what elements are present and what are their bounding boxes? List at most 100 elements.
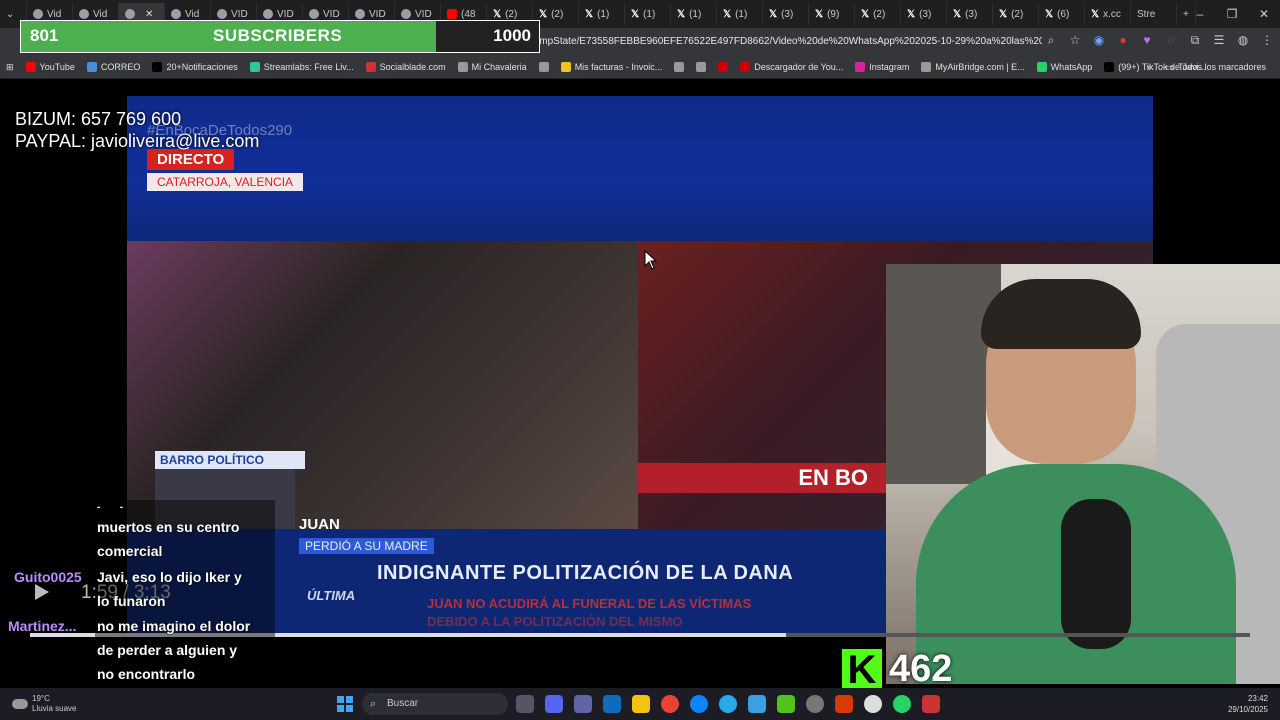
browser-tab[interactable]: 𝕏 (3) xyxy=(763,3,809,25)
outlook-icon[interactable] xyxy=(603,695,621,713)
start-icon[interactable] xyxy=(337,696,353,712)
app-red-icon[interactable] xyxy=(922,695,940,713)
weather-temp: 19°C xyxy=(32,694,50,703)
browser-tab[interactable]: 𝕏 (1) xyxy=(717,3,763,25)
chat-username[interactable]: Guito0025 xyxy=(14,565,82,589)
bookmark-item[interactable]: WhatsApp xyxy=(1031,62,1099,72)
teams-icon[interactable] xyxy=(574,695,592,713)
browser-tab[interactable]: 𝕏x.cc xyxy=(1085,3,1131,25)
bookmark-label: Descargador de You... xyxy=(754,62,844,72)
bookmark-item[interactable]: CORREO xyxy=(81,62,147,72)
tab-label: (3) xyxy=(781,8,794,20)
browser-tab[interactable]: 𝕏 (3) xyxy=(901,3,947,25)
avatar[interactable]: ◍ xyxy=(1236,33,1250,48)
task-view-icon[interactable] xyxy=(516,695,534,713)
bookmark-item[interactable]: MyAirBridge.com | E... xyxy=(915,62,1030,72)
extension-red-icon[interactable]: ● xyxy=(1116,33,1130,48)
bookmark-item[interactable]: Descargador de You... xyxy=(734,62,849,72)
bookmark-favicon-icon xyxy=(1104,62,1115,72)
bookmark-item[interactable]: YouTube xyxy=(20,62,81,72)
window-controls: – ❐ ✕ xyxy=(1184,0,1280,28)
apps-icon[interactable]: ⊞ xyxy=(0,62,20,73)
globe-icon[interactable] xyxy=(748,695,766,713)
tab-label: (3) xyxy=(965,8,978,20)
tab-label: Vid xyxy=(185,8,200,20)
all-bookmarks-folder[interactable]: ▭ Todos los marcadores xyxy=(1159,62,1272,73)
browser-tab[interactable]: 𝕏 (2) xyxy=(855,3,901,25)
chat-overlay: - - muertos en su centro comercial Guito… xyxy=(0,500,275,716)
tab-favicon-icon xyxy=(263,9,273,19)
browser-tab[interactable]: 𝕏 (3) xyxy=(947,3,993,25)
taskbar-search[interactable]: ⌕ Buscar xyxy=(362,693,508,715)
tab-label: (1) xyxy=(597,8,610,20)
x-icon: 𝕏 xyxy=(723,8,732,20)
browser-tab[interactable]: Stre xyxy=(842,3,1177,659)
more-bookmarks-icon[interactable]: » xyxy=(1146,62,1151,72)
menu-icon[interactable]: ⋮ xyxy=(1260,33,1274,48)
kick-logo-icon: K xyxy=(842,649,882,691)
edge-icon[interactable] xyxy=(690,695,708,713)
bookmark-item[interactable]: Mis facturas - Invoic... xyxy=(555,62,669,72)
close-window-button[interactable]: ✕ xyxy=(1248,7,1280,21)
bookmark-favicon-icon xyxy=(538,62,549,72)
paypal-text: PAYPAL: javioliveira@live.com xyxy=(15,131,260,151)
browser-tab[interactable]: 𝕏 (1) xyxy=(579,3,625,25)
extension-dim-icon[interactable]: ◌ xyxy=(1164,33,1178,48)
whatsapp-icon[interactable] xyxy=(893,695,911,713)
bookmark-favicon-icon xyxy=(740,62,751,72)
file-explorer-icon[interactable] xyxy=(632,695,650,713)
star-icon[interactable]: ☆ xyxy=(1068,33,1082,48)
bookmark-item[interactable]: 20+Notificaciones xyxy=(146,62,243,72)
discord-icon[interactable] xyxy=(545,695,563,713)
bookmark-item[interactable] xyxy=(533,62,555,72)
browser-tab[interactable]: 𝕏 (1) xyxy=(625,3,671,25)
app-orange-icon[interactable] xyxy=(835,695,853,713)
maximize-button[interactable]: ❐ xyxy=(1216,7,1248,21)
x-icon: 𝕏 xyxy=(631,8,640,20)
tab-label: VID xyxy=(415,8,432,20)
chat-username[interactable]: Martinez... xyxy=(8,614,76,638)
ticker-label: ÚLTIMA xyxy=(307,588,356,603)
bookmark-item[interactable] xyxy=(690,62,712,72)
taskbar-clock[interactable]: 23:42 29/10/2025 xyxy=(1228,693,1268,715)
bookmark-item[interactable]: Socialblade.com xyxy=(360,62,452,72)
extension-heart-icon[interactable]: ♥ xyxy=(1140,33,1154,48)
bookmark-item[interactable] xyxy=(668,62,690,72)
app-green-icon[interactable] xyxy=(777,695,795,713)
app-icon[interactable] xyxy=(806,695,824,713)
app-circle-icon[interactable] xyxy=(864,695,882,713)
chrome-icon[interactable] xyxy=(661,695,679,713)
x-icon: 𝕏 xyxy=(677,8,686,20)
tab-label: (1) xyxy=(689,8,702,20)
weather-widget[interactable]: 19°C Lluvia suave xyxy=(12,694,76,714)
browser-tab[interactable]: 𝕏 (2) xyxy=(993,3,1039,25)
bookmark-item[interactable]: Mi Chavaleria xyxy=(452,62,533,72)
telegram-icon[interactable] xyxy=(719,695,737,713)
interviewee-subtitle: PERDIÓ A SU MADRE xyxy=(299,538,434,554)
x-icon: 𝕏 xyxy=(861,8,870,20)
clock-time: 23:42 xyxy=(1247,694,1268,703)
bookmark-item[interactable] xyxy=(712,62,734,72)
subscriber-label: SUBSCRIBERS xyxy=(213,26,343,45)
x-icon: 𝕏 xyxy=(1045,8,1054,20)
browser-tab[interactable]: 𝕏 (6) xyxy=(1039,3,1085,25)
folder-icon: ▭ xyxy=(1165,61,1174,72)
minimize-button[interactable]: – xyxy=(1184,7,1216,21)
tab-label: Vid xyxy=(47,8,62,20)
reading-list-icon[interactable]: ☰ xyxy=(1212,33,1226,48)
windows-taskbar: 19°C Lluvia suave ⌕ Buscar 23:42 29/10/2… xyxy=(0,688,1280,720)
close-tab-icon[interactable]: ✕ xyxy=(145,9,153,20)
tab-label: (9) xyxy=(827,8,840,20)
extension-icon[interactable]: ◉ xyxy=(1092,33,1106,48)
bookmark-item[interactable]: Streamlabs: Free Liv... xyxy=(244,62,360,72)
puzzle-icon[interactable]: ⧉ xyxy=(1188,33,1202,48)
donation-info: BIZUM: 657 769 600 PAYPAL: javioliveira@… xyxy=(15,108,259,152)
browser-tab[interactable]: 𝕏 (9) xyxy=(809,3,855,25)
bookmark-item[interactable]: Instagram xyxy=(849,62,915,72)
bookmark-favicon-icon xyxy=(674,62,685,72)
tv-logo-banner: EN BO xyxy=(638,463,888,493)
tab-label: VID xyxy=(369,8,386,20)
x-icon: 𝕏 xyxy=(585,8,594,20)
zoom-icon[interactable]: ⌕ xyxy=(1044,33,1058,48)
browser-tab[interactable]: 𝕏 (1) xyxy=(671,3,717,25)
